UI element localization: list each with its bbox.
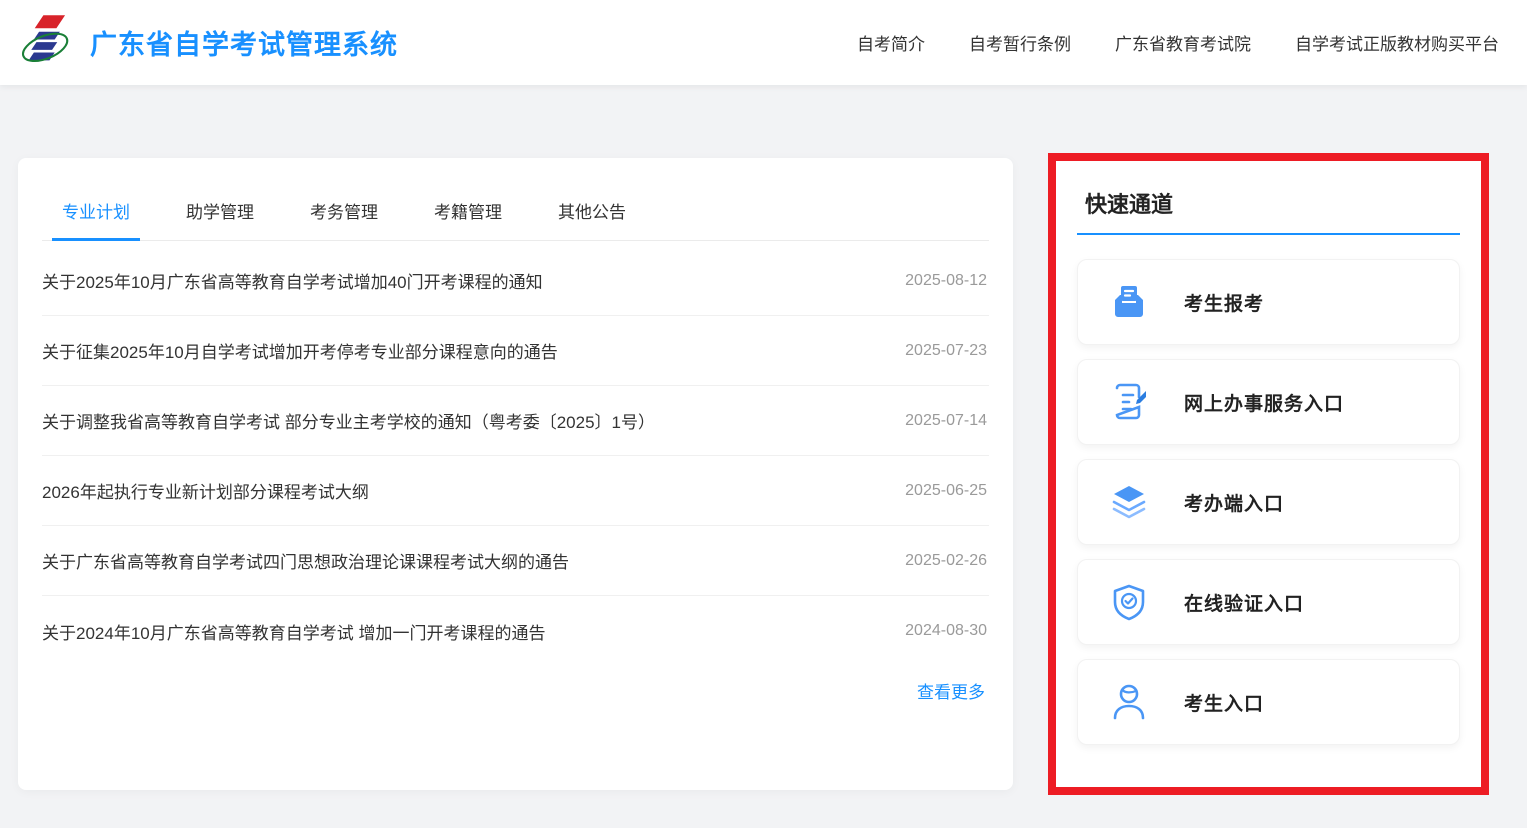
view-more-wrap: 查看更多 (42, 666, 989, 703)
announcement-title[interactable]: 2026年起执行专业新计划部分课程考试大纲 (42, 478, 369, 503)
announcement-row[interactable]: 2026年起执行专业新计划部分课程考试大纲 2025-06-25 (42, 456, 989, 526)
quick-card-label: 考生入口 (1184, 689, 1264, 716)
announcement-date: 2025-07-23 (905, 342, 987, 360)
announcement-title[interactable]: 关于调整我省高等教育自学考试 部分专业主考学校的通知（粤考委〔2025〕1号） (42, 408, 655, 433)
announcements-card: 专业计划 助学管理 考务管理 考籍管理 其他公告 关于2025年10月广东省高等… (18, 158, 1013, 790)
announcement-row[interactable]: 关于2024年10月广东省高等教育自学考试 增加一门开考课程的通告 2024-0… (42, 596, 989, 666)
announcement-row[interactable]: 关于调整我省高等教育自学考试 部分专业主考学校的通知（粤考委〔2025〕1号） … (42, 386, 989, 456)
quick-card-label: 网上办事服务入口 (1184, 389, 1344, 416)
quick-channel-title: 快速通道 (1077, 187, 1460, 219)
header: 广东省自学考试管理系统 自考简介 自考暂行条例 广东省教育考试院 自学考试正版教… (0, 0, 1527, 85)
nav-link-textbook-platform[interactable]: 自学考试正版教材购买平台 (1295, 30, 1499, 55)
tab-major-plan[interactable]: 专业计划 (62, 198, 130, 240)
tab-exam-affairs[interactable]: 考务管理 (310, 198, 378, 240)
quick-card-label: 考办端入口 (1184, 489, 1284, 516)
quick-channel-underline (1077, 233, 1460, 235)
announcement-title[interactable]: 关于2025年10月广东省高等教育自学考试增加40门开考课程的通知 (42, 268, 543, 293)
tab-other-notices[interactable]: 其他公告 (558, 198, 626, 240)
tab-study-support[interactable]: 助学管理 (186, 198, 254, 240)
site-logo-icon (20, 12, 72, 74)
quick-card-label: 考生报考 (1184, 289, 1264, 316)
shield-check-icon (1110, 583, 1148, 621)
announcement-row[interactable]: 关于广东省高等教育自学考试四门思想政治理论课课程考试大纲的通告 2025-02-… (42, 526, 989, 596)
nav-link-exam-authority[interactable]: 广东省教育考试院 (1115, 30, 1251, 55)
announcement-date: 2025-08-12 (905, 272, 987, 290)
announcement-date: 2025-06-25 (905, 482, 987, 500)
announcement-row[interactable]: 关于2025年10月广东省高等教育自学考试增加40门开考课程的通知 2025-0… (42, 246, 989, 316)
announcement-row[interactable]: 关于征集2025年10月自学考试增加开考停考专业部分课程意向的通告 2025-0… (42, 316, 989, 386)
quick-card-online-services[interactable]: 网上办事服务入口 (1077, 359, 1460, 445)
quick-card-label: 在线验证入口 (1184, 589, 1304, 616)
user-icon (1110, 683, 1148, 721)
quick-channel-cards: 考生报考 网上办事服务入口 (1077, 259, 1460, 745)
announcement-date: 2024-08-30 (905, 622, 987, 640)
tab-exam-records[interactable]: 考籍管理 (434, 198, 502, 240)
announcement-list: 关于2025年10月广东省高等教育自学考试增加40门开考课程的通知 2025-0… (42, 246, 989, 666)
announcement-tabs: 专业计划 助学管理 考务管理 考籍管理 其他公告 (42, 158, 989, 241)
nav-link-regulations[interactable]: 自考暂行条例 (969, 30, 1071, 55)
announcement-title[interactable]: 关于广东省高等教育自学考试四门思想政治理论课课程考试大纲的通告 (42, 548, 569, 573)
quick-card-candidate-entrance[interactable]: 考生入口 (1077, 659, 1460, 745)
view-more-link[interactable]: 查看更多 (917, 683, 985, 702)
layers-icon (1110, 483, 1148, 521)
inbox-icon (1110, 283, 1148, 321)
top-nav: 自考简介 自考暂行条例 广东省教育考试院 自学考试正版教材购买平台 (857, 30, 1499, 55)
quick-card-candidate-registration[interactable]: 考生报考 (1077, 259, 1460, 345)
quick-card-exam-office[interactable]: 考办端入口 (1077, 459, 1460, 545)
document-edit-icon (1110, 383, 1148, 421)
nav-link-intro[interactable]: 自考简介 (857, 30, 925, 55)
quick-card-online-verification[interactable]: 在线验证入口 (1077, 559, 1460, 645)
announcement-title[interactable]: 关于2024年10月广东省高等教育自学考试 增加一门开考课程的通告 (42, 619, 545, 644)
quick-channel-panel: 快速通道 考生报考 (1048, 153, 1489, 795)
announcement-date: 2025-02-26 (905, 552, 987, 570)
page-title: 广东省自学考试管理系统 (90, 23, 398, 62)
announcement-date: 2025-07-14 (905, 412, 987, 430)
announcement-title[interactable]: 关于征集2025年10月自学考试增加开考停考专业部分课程意向的通告 (42, 338, 558, 363)
